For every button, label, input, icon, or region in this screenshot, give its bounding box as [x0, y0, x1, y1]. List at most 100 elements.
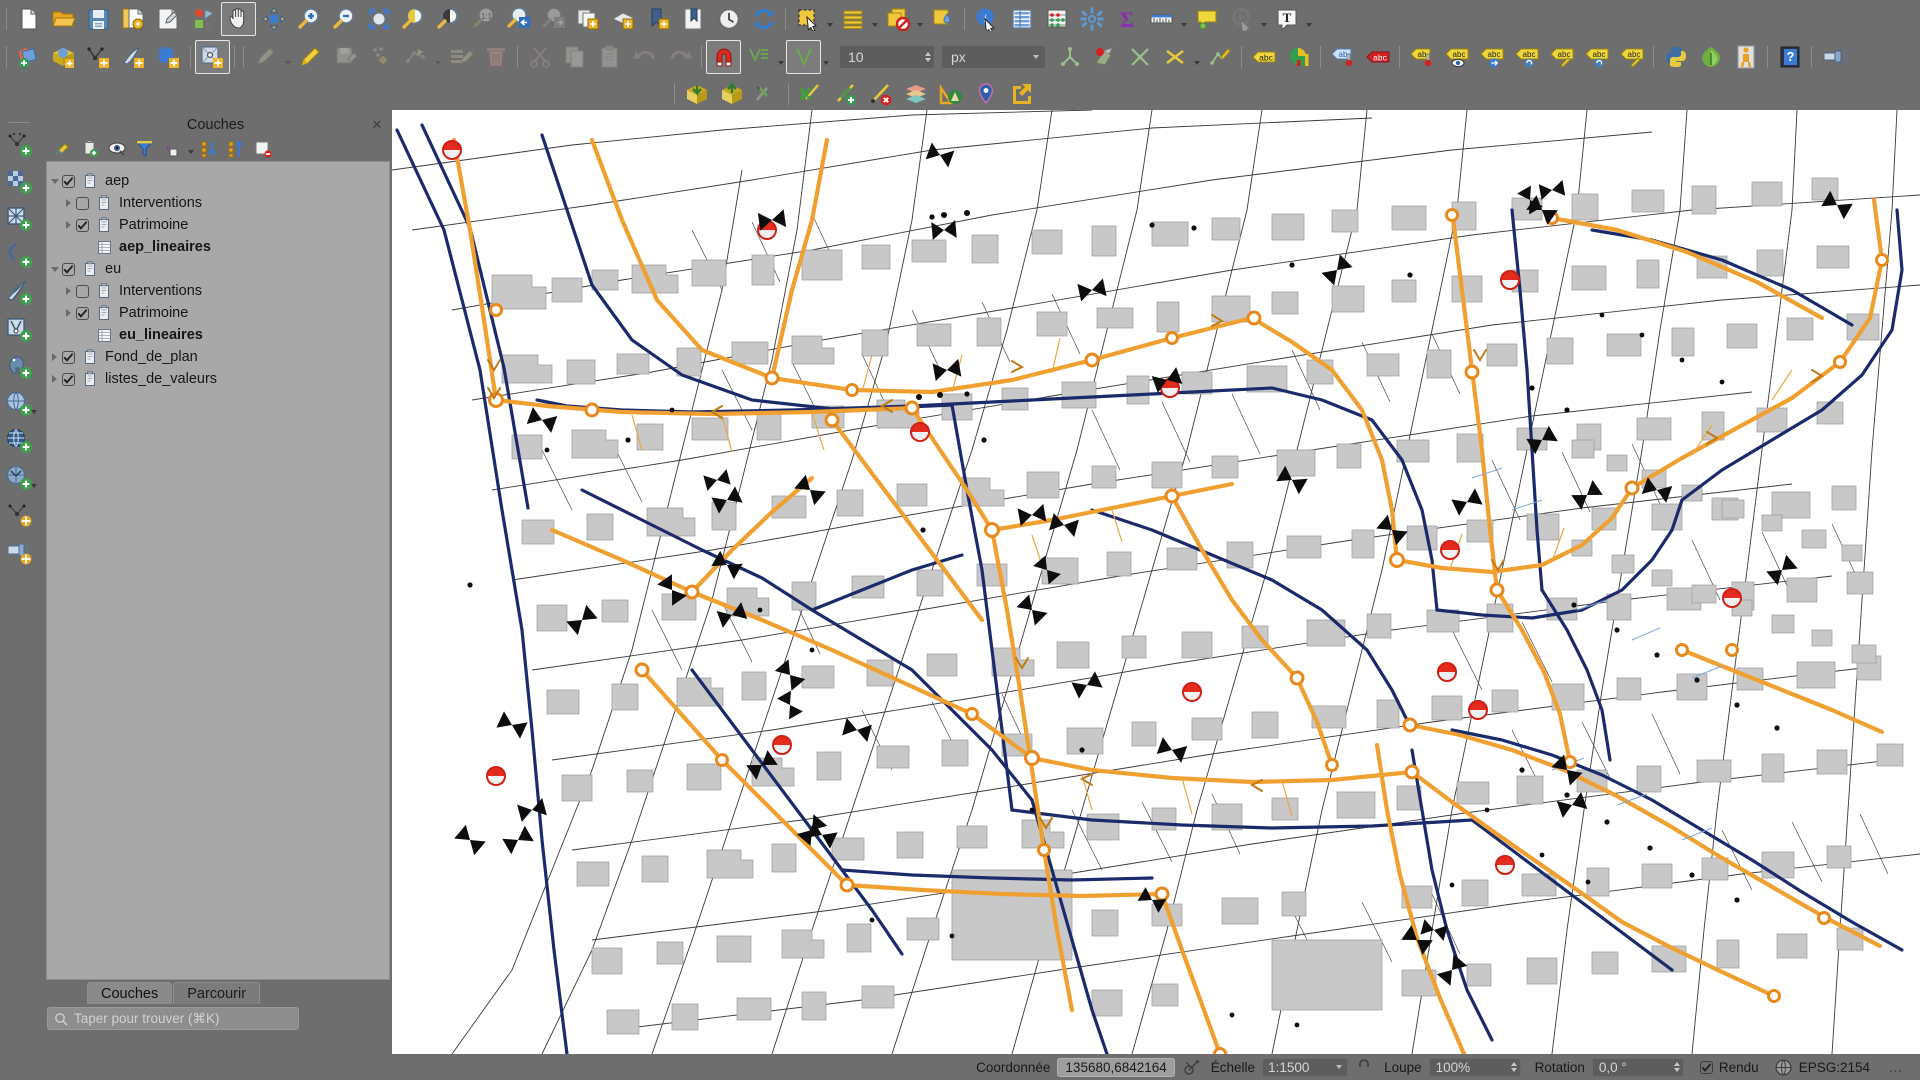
close-icon[interactable]: ✕	[370, 117, 384, 131]
tab-parcourir[interactable]: Parcourir	[173, 982, 261, 1004]
deselect-all-icon[interactable]	[880, 2, 915, 36]
undo-icon[interactable]	[627, 40, 662, 74]
open-layer-styling-icon[interactable]	[51, 137, 76, 160]
add-raster-layer-icon[interactable]	[0, 163, 39, 200]
spinner-arrows[interactable]	[1673, 1062, 1680, 1072]
coordinate-field[interactable]: 135680,6842164	[1057, 1057, 1175, 1077]
spinner-arrows[interactable]	[1510, 1062, 1517, 1072]
layer-tree[interactable]: aep Interventions Patrimoine aep_lineaires e…	[46, 161, 390, 980]
place-marker-icon[interactable]	[968, 77, 1003, 111]
new-project-icon[interactable]	[11, 2, 46, 36]
profile-tool-icon[interactable]	[933, 77, 968, 111]
add-vector-layer-icon[interactable]	[11, 40, 46, 74]
new-map-view-icon[interactable]	[571, 2, 606, 36]
layer-visibility-checkbox[interactable]	[76, 284, 89, 298]
save-project-icon[interactable]	[81, 2, 116, 36]
locator-search-bar[interactable]: Taper pour trouver (⌘K)	[47, 1007, 299, 1030]
trace-icon[interactable]	[1202, 40, 1237, 74]
zoom-to-layer-icon[interactable]	[431, 2, 466, 36]
georeferencer-icon[interactable]	[1728, 40, 1763, 74]
refresh-icon[interactable]	[746, 2, 781, 36]
layer-tree-item[interactable]: eu_lineaires	[47, 324, 389, 346]
open-project-icon[interactable]	[46, 2, 81, 36]
chevron-down-icon[interactable]	[47, 266, 62, 272]
globe-icon[interactable]	[1775, 1058, 1792, 1076]
change-label-icon[interactable]: abc	[1544, 40, 1579, 74]
map-canvas[interactable]	[392, 110, 1920, 1054]
snapping-tolerance-field[interactable]: 10	[839, 44, 935, 69]
add-delimited-text-layer-icon[interactable]	[0, 237, 39, 274]
style-manager-icon[interactable]: a	[186, 2, 221, 36]
messages-button[interactable]: …	[1888, 1060, 1904, 1075]
zoom-out-icon[interactable]	[326, 2, 361, 36]
zoom-native-icon[interactable]: 1:1	[466, 2, 501, 36]
chevron-down-icon[interactable]	[47, 178, 62, 184]
chevron-down-icon[interactable]	[31, 484, 37, 488]
layer-tree-item[interactable]: aep	[47, 170, 389, 192]
save-layer-edits-icon[interactable]	[328, 40, 363, 74]
zoom-last-icon[interactable]	[501, 2, 536, 36]
pan-map-icon[interactable]	[221, 2, 256, 36]
add-point-cloud-layer-icon[interactable]	[0, 533, 39, 570]
copy-features-icon[interactable]	[557, 40, 592, 74]
chevron-right-icon[interactable]	[61, 221, 76, 229]
add-raster-layer-icon[interactable]	[46, 40, 81, 74]
messages-icon[interactable]	[1816, 40, 1851, 74]
chevron-down-icon[interactable]	[1259, 2, 1269, 36]
chevron-down-icon[interactable]	[825, 2, 835, 36]
chevron-down-icon[interactable]	[1179, 2, 1189, 36]
chevron-down-icon[interactable]	[776, 40, 786, 74]
statistical-summary-icon[interactable]: Σ	[1109, 2, 1144, 36]
delete-network-link-icon[interactable]	[863, 77, 898, 111]
rotate-label-2-icon[interactable]: abc	[1579, 40, 1614, 74]
chevron-down-icon[interactable]	[1304, 2, 1314, 36]
magnifier-spinbox[interactable]: 100%	[1428, 1057, 1521, 1077]
chevron-right-icon[interactable]	[61, 199, 76, 207]
layer-tree-item[interactable]: eu	[47, 258, 389, 280]
add-vector-tile-layer-icon[interactable]	[195, 39, 230, 74]
layer-tree-item[interactable]: aep_lineaires	[47, 236, 389, 258]
chevron-down-icon[interactable]	[915, 2, 925, 36]
layer-tree-item[interactable]: listes_de_valeurs	[47, 368, 389, 390]
select-by-expression-icon[interactable]	[835, 2, 870, 36]
qfield-sync-icon[interactable]	[749, 77, 784, 111]
add-vector-layer-icon[interactable]	[0, 126, 39, 163]
layer-tree-item[interactable]: Fond_de_plan	[47, 346, 389, 368]
chevron-down-icon[interactable]	[31, 410, 37, 414]
zoom-to-selection-icon[interactable]	[396, 2, 431, 36]
layer-tree-item[interactable]: Patrimoine	[47, 214, 389, 236]
rotation-spinbox[interactable]: 0,0 °	[1591, 1057, 1684, 1077]
add-to-qconsolidate-icon[interactable]	[679, 77, 714, 111]
python-console-icon[interactable]	[1658, 40, 1693, 74]
temporal-controller-icon[interactable]	[711, 2, 746, 36]
add-point-feature-icon[interactable]	[363, 40, 398, 74]
lock-scale-icon[interactable]	[1356, 1058, 1372, 1076]
crs-label[interactable]: EPSG:2154	[1799, 1060, 1870, 1075]
layer-visibility-checkbox[interactable]	[76, 218, 89, 232]
add-wms-layer-icon[interactable]	[0, 385, 39, 422]
field-calculator-icon[interactable]	[1039, 2, 1074, 36]
chevron-right-icon[interactable]	[47, 353, 62, 361]
chevron-down-icon[interactable]	[186, 137, 195, 160]
self-snapping-icon[interactable]	[1157, 40, 1192, 74]
chevron-right-icon[interactable]	[61, 309, 76, 317]
cut-features-icon[interactable]	[522, 40, 557, 74]
move-label-diagram-icon[interactable]: abc	[1474, 40, 1509, 74]
snapping-magnet-icon[interactable]	[706, 39, 741, 74]
show-hide-labels-icon[interactable]: abc	[1439, 40, 1474, 74]
add-group-icon[interactable]	[78, 137, 103, 160]
edit-label-icon[interactable]: abc	[1614, 40, 1649, 74]
layer-visibility-checkbox[interactable]	[62, 174, 75, 188]
zoom-full-icon[interactable]	[361, 2, 396, 36]
add-network-link-icon[interactable]	[828, 77, 863, 111]
zoom-in-icon[interactable]	[291, 2, 326, 36]
delete-selected-icon[interactable]	[478, 40, 513, 74]
expand-all-icon[interactable]	[197, 137, 222, 160]
layer-tree-item[interactable]: Patrimoine	[47, 302, 389, 324]
render-checkbox[interactable]: Rendu	[1699, 1060, 1759, 1075]
chevron-down-icon[interactable]	[433, 40, 443, 74]
pin-labels-icon[interactable]: ab	[1325, 40, 1360, 74]
layer-visibility-checkbox[interactable]	[62, 372, 75, 386]
collapse-all-icon[interactable]	[224, 137, 249, 160]
add-delimited-text-layer-icon[interactable]	[81, 40, 116, 74]
